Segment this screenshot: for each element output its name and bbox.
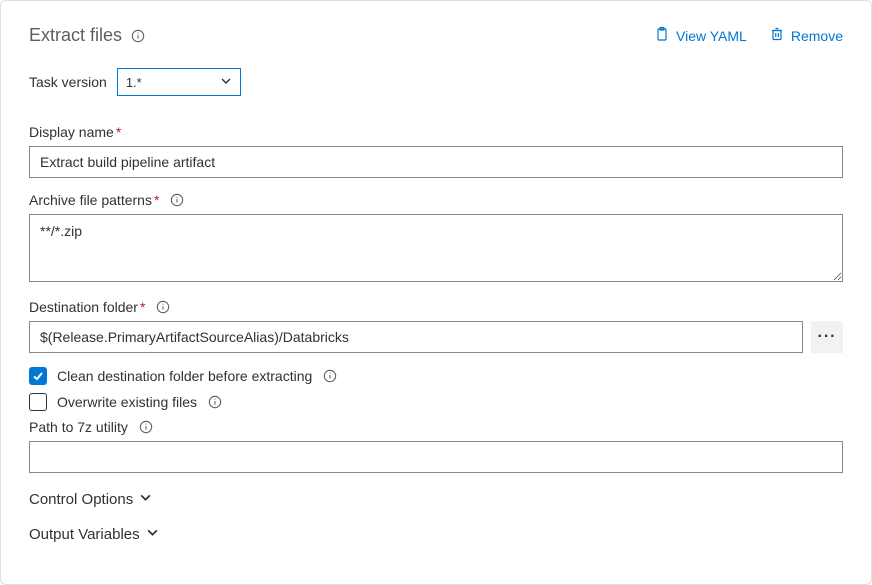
- task-version-value: 1.*: [126, 75, 142, 90]
- info-icon[interactable]: [155, 299, 171, 315]
- view-yaml-label: View YAML: [676, 28, 747, 44]
- browse-button[interactable]: ···: [811, 321, 843, 353]
- display-name-input[interactable]: [29, 146, 843, 178]
- archive-patterns-field: Archive file patterns*: [29, 192, 843, 285]
- display-name-field: Display name*: [29, 124, 843, 178]
- display-name-label: Display name*: [29, 124, 843, 140]
- output-variables-label: Output Variables: [29, 526, 140, 543]
- task-version-select[interactable]: 1.*: [117, 68, 241, 96]
- task-version-label: Task version: [29, 74, 107, 90]
- path-7z-field: Path to 7z utility: [29, 419, 843, 473]
- info-icon[interactable]: [207, 394, 223, 410]
- overwrite-checkbox[interactable]: [29, 393, 47, 411]
- trash-icon: [769, 26, 785, 45]
- info-icon[interactable]: [322, 368, 338, 384]
- archive-patterns-input[interactable]: [29, 214, 843, 282]
- chevron-down-icon: [220, 75, 232, 90]
- control-options-header[interactable]: Control Options: [29, 491, 843, 508]
- view-yaml-button[interactable]: View YAML: [654, 26, 747, 45]
- clean-dest-checkbox[interactable]: [29, 367, 47, 385]
- title-group: Extract files: [29, 25, 146, 46]
- panel-header: Extract files View YAML Remove: [29, 25, 843, 46]
- task-version-row: Task version 1.*: [29, 68, 843, 96]
- chevron-down-icon: [139, 491, 152, 508]
- header-actions: View YAML Remove: [654, 26, 843, 45]
- path-7z-input[interactable]: [29, 441, 843, 473]
- overwrite-label: Overwrite existing files: [57, 394, 197, 410]
- control-options-label: Control Options: [29, 491, 133, 508]
- destination-folder-field: Destination folder* ···: [29, 299, 843, 353]
- destination-folder-label: Destination folder*: [29, 299, 843, 315]
- clean-dest-label: Clean destination folder before extracti…: [57, 368, 312, 384]
- archive-patterns-label: Archive file patterns*: [29, 192, 843, 208]
- remove-label: Remove: [791, 28, 843, 44]
- clipboard-icon: [654, 26, 670, 45]
- remove-button[interactable]: Remove: [769, 26, 843, 45]
- ellipsis-icon: ···: [818, 328, 837, 346]
- chevron-down-icon: [146, 526, 159, 543]
- destination-folder-input[interactable]: [29, 321, 803, 353]
- info-icon[interactable]: [169, 192, 185, 208]
- task-config-panel: Extract files View YAML Remove Task vers…: [0, 0, 872, 585]
- info-icon[interactable]: [138, 419, 154, 435]
- clean-dest-checkbox-row: Clean destination folder before extracti…: [29, 367, 843, 385]
- overwrite-checkbox-row: Overwrite existing files: [29, 393, 843, 411]
- panel-title: Extract files: [29, 25, 122, 46]
- checkmark-icon: [32, 370, 44, 382]
- info-icon[interactable]: [130, 28, 146, 44]
- destination-folder-row: ···: [29, 321, 843, 353]
- path-7z-label: Path to 7z utility: [29, 419, 843, 435]
- output-variables-header[interactable]: Output Variables: [29, 526, 843, 543]
